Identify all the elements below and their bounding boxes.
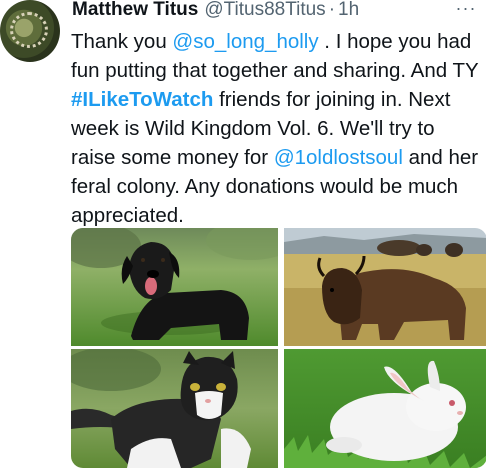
author-handle[interactable]: @Titus88Titus <box>204 0 325 21</box>
hashtag-link[interactable]: #ILikeToWatch <box>71 88 213 111</box>
photo-tuxedo-cat[interactable] <box>71 349 278 468</box>
media-grid <box>71 228 486 468</box>
separator-dot: · <box>328 0 336 20</box>
more-options-icon[interactable]: ··· <box>456 0 476 18</box>
photo-white-rabbit[interactable] <box>284 349 486 468</box>
photo-black-dog[interactable] <box>71 228 278 346</box>
black-dog-image <box>71 228 278 346</box>
tuxedo-cat-image <box>71 349 278 468</box>
tweet-text-segment: Thank you <box>71 30 173 53</box>
avatar[interactable] <box>0 0 60 62</box>
photo-bison[interactable] <box>284 228 486 346</box>
author-name[interactable]: Matthew Titus <box>72 0 198 21</box>
tweet-timestamp[interactable]: 1h <box>338 0 359 21</box>
white-rabbit-image <box>284 349 486 468</box>
mention-link[interactable]: @so_long_holly <box>172 30 318 53</box>
bison-image <box>284 228 486 346</box>
tweet-text: Thank you @so_long_holly . I hope you ha… <box>71 27 481 230</box>
tweet-header: Matthew Titus @Titus88Titus · 1h <box>72 0 482 23</box>
mention-link[interactable]: @1oldlostsoul <box>274 146 403 169</box>
